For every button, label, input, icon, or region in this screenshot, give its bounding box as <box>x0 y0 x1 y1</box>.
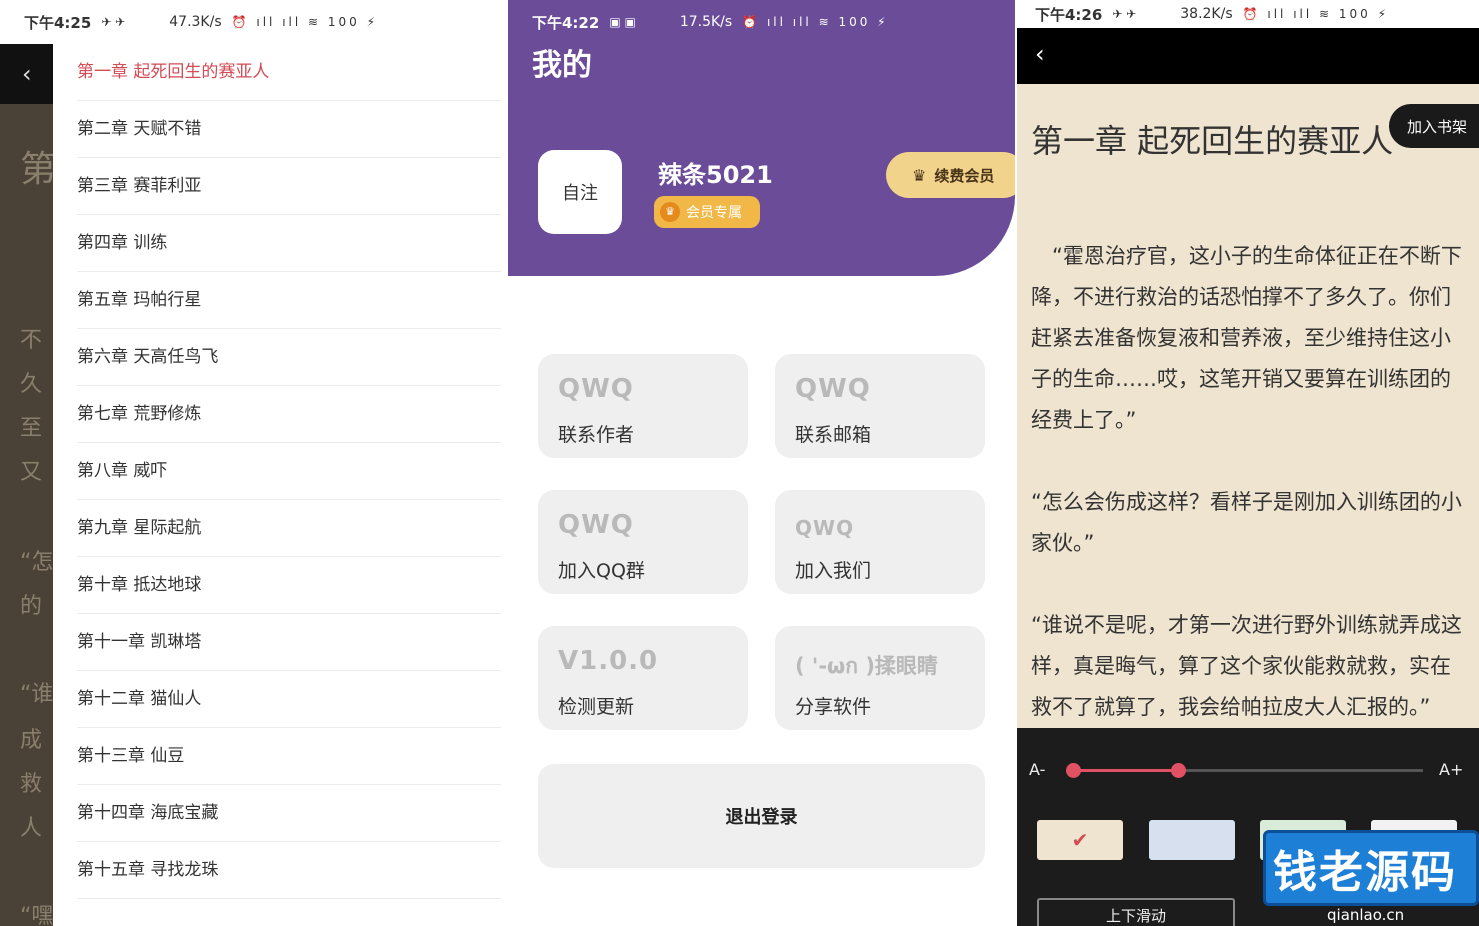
avatar-text: 自注 <box>562 183 598 204</box>
system-icons: ⏰ ıll ıll ≋ 100 ⚡ <box>742 15 889 29</box>
status-bar: 下午4:25 ✈ ✈ 47.3K/s ⏰ ıll ıll ≋ 100 ⚡ <box>0 0 507 44</box>
peek-text: 久 <box>20 372 43 397</box>
card-label: 联系作者 <box>558 424 635 446</box>
peek-text: 成 <box>20 728 43 753</box>
peek-text: “怎 <box>20 550 54 575</box>
chapter-item[interactable]: 第十三章 仙豆 <box>77 728 501 785</box>
paragraph: “霍恩治疗官，这小子的生命体征正在不断下降，不进行救治的话恐怕撑不了多久了。你们… <box>1031 244 1462 432</box>
check-update-card[interactable]: V1.0.0 检测更新 <box>538 626 748 730</box>
share-app-card[interactable]: ( '-ωก )揉眼睛 分享软件 <box>775 626 985 730</box>
chapter-item[interactable]: 第一章 起死回生的赛亚人 <box>77 44 501 101</box>
theme-swatch[interactable] <box>1149 820 1235 860</box>
font-increase-button[interactable]: A+ <box>1439 760 1463 779</box>
chapter-item[interactable]: 第六章 天高任鸟飞 <box>77 329 501 386</box>
peek-text: 救 <box>20 772 43 797</box>
card-caption: QWQ <box>558 510 634 540</box>
scroll-mode-button[interactable]: 上下滑动 <box>1037 898 1235 926</box>
chapter-item[interactable]: 第九章 星际起航 <box>77 500 501 557</box>
theme-swatch-selected[interactable]: ✔ <box>1037 820 1123 860</box>
card-label: 分享软件 <box>795 696 872 718</box>
paragraph: “谁说不是呢，才第一次进行野外训练就弄成这样，真是晦气，算了这个家伙能救就救，实… <box>1031 613 1462 719</box>
chapter-item[interactable]: 第五章 玛帕行星 <box>77 272 501 329</box>
vip-badge: ♛ 会员专属 <box>654 196 760 228</box>
reader-toolbar <box>1017 28 1479 84</box>
font-size-slider-start <box>1066 763 1081 778</box>
peek-text: 的 <box>20 594 43 619</box>
reader-settings-panel: A- A+ ✔ 上下滑动 钱老源码 qianlao.cn <box>1017 728 1479 926</box>
status-time: 下午4:25 <box>24 13 92 32</box>
peek-text: “谁 <box>20 682 54 707</box>
chapter-item[interactable]: 第七章 荒野修炼 <box>77 386 501 443</box>
network-speed: 38.2K/s <box>1180 6 1233 22</box>
vip-badge-label: 会员专属 <box>686 205 742 221</box>
notification-icon: ▣ ▣ <box>609 15 636 29</box>
notification-icon: ✈ ✈ <box>101 15 126 29</box>
network-speed: 17.5K/s <box>679 14 733 30</box>
chapter-title: 第一章 起死回生的赛亚人 <box>1031 122 1394 160</box>
card-caption: QWQ <box>795 516 855 540</box>
system-icons: ⏰ ıll ıll ≋ 100 ⚡ <box>1242 7 1390 21</box>
watermark-text: 钱老源码 <box>1273 847 1457 898</box>
back-icon[interactable]: ‹ <box>1035 40 1045 68</box>
chapter-drawer: 第一章 起死回生的赛亚人 第二章 天赋不错 第三章 赛菲利亚 第四章 训练 第五… <box>53 44 507 926</box>
peek-text: “嘿 <box>20 904 54 926</box>
chapter-item[interactable]: 第十二章 猫仙人 <box>77 671 501 728</box>
reader-page[interactable]: 第一章 起死回生的赛亚人 加入书架 “霍恩治疗官，这小子的生命体征正在不断下降，… <box>1017 84 1479 728</box>
card-caption: QWQ <box>558 374 634 404</box>
watermark-url: qianlao.cn <box>1327 906 1405 924</box>
system-icons: ⏰ ıll ıll ≋ 100 ⚡ <box>231 15 379 29</box>
chapter-list-screen: 下午4:25 ✈ ✈ 47.3K/s ⏰ ıll ıll ≋ 100 ⚡ ‹ 第… <box>0 0 507 926</box>
watermark-logo: 钱老源码 qianlao.cn <box>1263 830 1479 926</box>
network-speed: 47.3K/s <box>169 14 222 30</box>
chapter-item[interactable]: 第四章 训练 <box>77 215 501 272</box>
chapter-item[interactable]: 第二章 天赋不错 <box>77 101 501 158</box>
card-caption: QWQ <box>795 374 871 404</box>
profile-screen: 下午4:22 ▣ ▣ 17.5K/s ⏰ ıll ıll ≋ 100 ⚡ 我的 … <box>508 0 1015 926</box>
renew-vip-label: 续费会员 <box>934 166 995 185</box>
page-title: 我的 <box>532 48 592 83</box>
contact-author-card[interactable]: QWQ 联系作者 <box>538 354 748 458</box>
join-qq-group-card[interactable]: QWQ 加入QQ群 <box>538 490 748 594</box>
peek-text: 又 <box>20 460 43 485</box>
chapter-item[interactable]: 第三章 赛菲利亚 <box>77 158 501 215</box>
status-bar: 下午4:22 ▣ ▣ 17.5K/s ⏰ ıll ıll ≋ 100 ⚡ <box>508 0 1015 44</box>
status-bar: 下午4:26 ✈ ✈ 38.2K/s ⏰ ıll ıll ≋ 100 ⚡ <box>1017 0 1479 28</box>
add-to-shelf-label: 加入书架 <box>1406 117 1467 136</box>
crown-icon: ♛ <box>912 165 927 185</box>
chapter-item[interactable]: 第十四章 海底宝藏 <box>77 785 501 842</box>
crown-icon: ♛ <box>660 202 680 222</box>
peek-text: 不 <box>20 328 43 353</box>
card-label: 检测更新 <box>558 696 635 718</box>
peek-text: 人 <box>20 816 43 841</box>
peek-text: 至 <box>20 416 43 441</box>
card-label: 加入我们 <box>795 560 872 582</box>
chapter-item[interactable]: 第十五章 寻找龙珠 <box>77 842 501 899</box>
status-time: 下午4:26 <box>1035 5 1103 24</box>
peek-text: 第 <box>20 149 57 190</box>
add-to-shelf-button[interactable]: 加入书架 <box>1389 104 1479 148</box>
join-us-card[interactable]: QWQ 加入我们 <box>775 490 985 594</box>
font-decrease-button[interactable]: A- <box>1029 760 1045 779</box>
card-caption: V1.0.0 <box>558 646 659 676</box>
chapter-item[interactable]: 第十章 抵达地球 <box>77 557 501 614</box>
chapter-item[interactable]: 第十一章 凯琳塔 <box>77 614 501 671</box>
renew-vip-button[interactable]: ♛ 续费会员 <box>886 152 1015 198</box>
back-icon[interactable]: ‹ <box>22 60 32 88</box>
font-size-slider-knob[interactable] <box>1171 763 1186 778</box>
notification-icon: ✈ ✈ <box>1112 7 1137 21</box>
contact-email-card[interactable]: QWQ 联系邮箱 <box>775 354 985 458</box>
check-icon: ✔ <box>1071 828 1089 852</box>
logout-button[interactable]: 退出登录 <box>538 764 985 868</box>
font-size-slider-fill <box>1073 769 1178 772</box>
card-label: 联系邮箱 <box>795 424 872 446</box>
paragraph: “怎么会伤成这样？看样子是刚加入训练团的小家伙。” <box>1031 490 1462 555</box>
status-time: 下午4:22 <box>532 13 600 32</box>
logout-label: 退出登录 <box>725 807 798 828</box>
avatar[interactable]: 自注 <box>538 150 622 234</box>
card-caption: ( '-ωก )揉眼睛 <box>795 654 938 678</box>
username: 辣条5021 <box>658 161 773 189</box>
reader-screen: 下午4:26 ✈ ✈ 38.2K/s ⏰ ıll ıll ≋ 100 ⚡ ‹ 第… <box>1017 0 1479 926</box>
chapter-item[interactable]: 第八章 威吓 <box>77 443 501 500</box>
card-label: 加入QQ群 <box>558 560 645 582</box>
